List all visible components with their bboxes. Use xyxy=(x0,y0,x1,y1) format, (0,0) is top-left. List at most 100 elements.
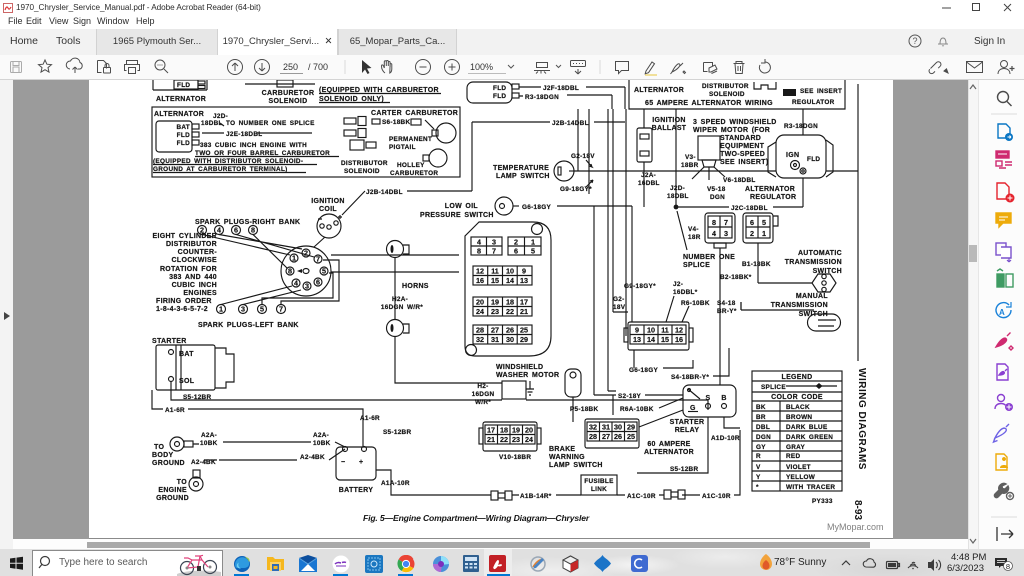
svg-text:J2B-14DBL: J2B-14DBL xyxy=(552,120,589,127)
svg-text:5: 5 xyxy=(762,218,766,227)
svg-text:18DBL: 18DBL xyxy=(201,120,223,127)
svg-text:H2A-: H2A- xyxy=(392,296,408,303)
svg-text:PRESSURE SWITCH: PRESSURE SWITCH xyxy=(420,212,494,219)
svg-text:18R: 18R xyxy=(688,234,701,241)
svg-text:28: 28 xyxy=(589,432,597,441)
svg-text:31: 31 xyxy=(602,423,610,432)
svg-text:Y: Y xyxy=(756,474,761,481)
svg-text:V5-18: V5-18 xyxy=(707,186,726,193)
svg-text:ALTERNATOR: ALTERNATOR xyxy=(634,87,684,94)
svg-text:26: 26 xyxy=(506,326,514,335)
svg-text:ALTERNATOR: ALTERNATOR xyxy=(644,449,694,456)
svg-text:LOW OIL: LOW OIL xyxy=(445,203,479,210)
svg-text:5: 5 xyxy=(322,267,326,276)
svg-text:16DBL*: 16DBL* xyxy=(673,289,698,296)
svg-text:GY: GY xyxy=(756,444,766,451)
svg-text:SPLICE: SPLICE xyxy=(761,384,786,391)
svg-text:DARK GREEN: DARK GREEN xyxy=(786,434,833,441)
svg-text:LAMP SWITCH: LAMP SWITCH xyxy=(496,173,550,180)
svg-text:12: 12 xyxy=(476,267,484,276)
svg-text:6: 6 xyxy=(316,278,320,287)
svg-text:Fig. 5—Engine Compartment—Wiri: Fig. 5—Engine Compartment—Wiring Diagram… xyxy=(363,513,590,523)
svg-text:25: 25 xyxy=(520,326,528,335)
svg-text:16: 16 xyxy=(675,335,683,344)
svg-text:31: 31 xyxy=(491,335,499,344)
svg-text:10BK: 10BK xyxy=(313,440,331,447)
svg-text:J2B-14DBL: J2B-14DBL xyxy=(366,189,403,196)
svg-text:CARBURETOR: CARBURETOR xyxy=(390,170,438,177)
svg-text:V6-18DBL: V6-18DBL xyxy=(723,177,756,184)
svg-text:CARBURETOR: CARBURETOR xyxy=(262,90,315,97)
svg-text:HORNS: HORNS xyxy=(402,283,429,290)
svg-text:10BK: 10BK xyxy=(200,440,218,447)
svg-text:V: V xyxy=(756,464,761,471)
svg-text:30: 30 xyxy=(506,335,514,344)
svg-text:TRANSMISSION: TRANSMISSION xyxy=(771,302,828,309)
svg-text:IGNITION: IGNITION xyxy=(652,117,686,124)
svg-text:RED: RED xyxy=(786,453,800,460)
svg-text:J2A-: J2A- xyxy=(641,172,656,179)
svg-text:MyMopar.com: MyMopar.com xyxy=(827,522,884,532)
svg-text:A2A-: A2A- xyxy=(313,432,329,439)
svg-text:TO: TO xyxy=(154,444,164,451)
svg-text:COLOR CODE: COLOR CODE xyxy=(771,394,823,401)
svg-text:FLD: FLD xyxy=(177,132,190,139)
svg-text:WITH TRACER: WITH TRACER xyxy=(786,484,835,491)
svg-text:+: + xyxy=(359,459,363,466)
svg-text:A1C-10R: A1C-10R xyxy=(702,493,731,500)
svg-text:18BR: 18BR xyxy=(681,162,699,169)
svg-text:P5-18BK: P5-18BK xyxy=(570,406,598,413)
svg-text:NUMBER ONE: NUMBER ONE xyxy=(683,254,735,261)
svg-text:?: ? xyxy=(912,36,917,46)
svg-text:B2-18BK*: B2-18BK* xyxy=(720,274,752,281)
svg-text:B1-18BK: B1-18BK xyxy=(742,261,771,268)
svg-text:FLD: FLD xyxy=(177,82,190,89)
svg-text:5: 5 xyxy=(260,305,264,314)
svg-text:16DGN W/R*: 16DGN W/R* xyxy=(381,304,423,311)
svg-text:11: 11 xyxy=(661,326,669,335)
svg-text:4: 4 xyxy=(477,238,481,247)
svg-text:A1-6R: A1-6R xyxy=(165,407,185,414)
svg-text:DGN: DGN xyxy=(710,194,725,201)
svg-text:STARTER: STARTER xyxy=(152,338,187,345)
svg-text:STANDARD: STANDARD xyxy=(720,135,761,142)
svg-text:DBL: DBL xyxy=(756,424,770,431)
svg-text:4: 4 xyxy=(217,226,221,235)
svg-text:ENGINES: ENGINES xyxy=(183,290,217,297)
svg-text:J2E-18DBL: J2E-18DBL xyxy=(226,131,262,138)
svg-text:14: 14 xyxy=(506,276,514,285)
svg-text:18V: 18V xyxy=(613,304,626,311)
svg-text:DGN: DGN xyxy=(756,434,771,441)
svg-text:A1A-10R: A1A-10R xyxy=(381,480,410,487)
svg-text:BK: BK xyxy=(756,404,766,411)
svg-text:10: 10 xyxy=(647,326,655,335)
svg-text:PIGTAIL: PIGTAIL xyxy=(389,144,416,151)
svg-text:SPARK PLUGS-LEFT BANK: SPARK PLUGS-LEFT BANK xyxy=(198,322,299,329)
svg-text:R6-10BK: R6-10BK xyxy=(681,300,710,307)
svg-text:19: 19 xyxy=(491,298,499,307)
svg-text:V3-: V3- xyxy=(685,154,696,161)
svg-text:14: 14 xyxy=(647,335,655,344)
svg-text:FLD: FLD xyxy=(177,140,190,147)
svg-text:FUSIBLE: FUSIBLE xyxy=(584,478,614,485)
svg-text:20: 20 xyxy=(525,426,533,435)
svg-text:383 CUBIC INCH ENGINE WITH: 383 CUBIC INCH ENGINE WITH xyxy=(200,142,307,149)
svg-text:6: 6 xyxy=(750,218,754,227)
svg-text:17: 17 xyxy=(520,298,528,307)
svg-text:REGULATOR: REGULATOR xyxy=(750,194,796,201)
svg-text:BAT: BAT xyxy=(176,124,190,131)
svg-text:WIRING DIAGRAMS: WIRING DIAGRAMS xyxy=(856,368,867,470)
svg-text:16: 16 xyxy=(476,276,484,285)
svg-text:VIOLET: VIOLET xyxy=(786,464,811,471)
svg-text:A2A-: A2A- xyxy=(201,432,217,439)
svg-text:YELLOW: YELLOW xyxy=(786,474,816,481)
svg-text:1: 1 xyxy=(219,305,223,314)
svg-text:3: 3 xyxy=(305,282,309,291)
svg-text:13: 13 xyxy=(520,276,528,285)
svg-text:25: 25 xyxy=(627,432,635,441)
svg-text:23: 23 xyxy=(512,435,520,444)
svg-text:GROUND: GROUND xyxy=(152,460,185,467)
svg-text:DISTRIBUTOR: DISTRIBUTOR xyxy=(341,160,388,167)
svg-text:ALTERNATOR: ALTERNATOR xyxy=(745,186,795,193)
svg-text:BALLAST: BALLAST xyxy=(652,125,687,132)
